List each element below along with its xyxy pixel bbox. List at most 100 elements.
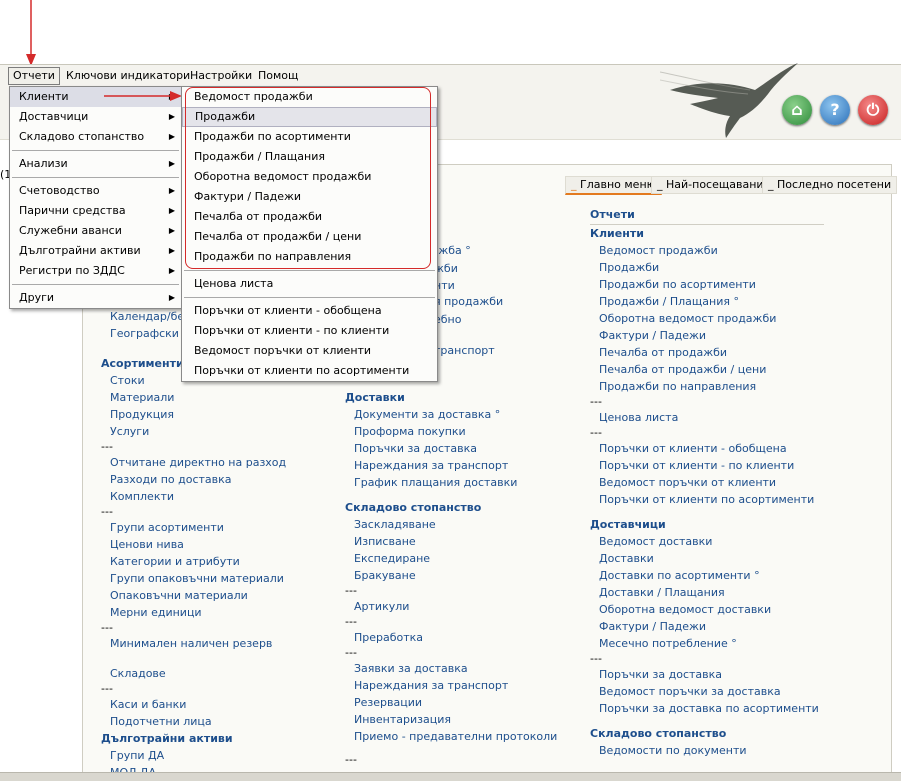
submenu-arrow-icon: ▶ — [168, 266, 175, 275]
link-price-list[interactable]: Ценова листа — [590, 409, 824, 426]
link-sales-turnover[interactable]: Оборотна ведомост продажби — [590, 310, 824, 327]
help-icon[interactable]: ? — [820, 95, 850, 125]
menu-item-suppliers[interactable]: Доставчици ▶ — [10, 107, 181, 127]
tab-main-menu[interactable]: _ Главно меню — [565, 176, 662, 195]
partial-link[interactable]: я продажби — [434, 295, 503, 308]
link-client-orders-by-client[interactable]: Поръчки от клиенти - по клиенти — [590, 457, 824, 474]
menu-item-advances[interactable]: Служебни аванси ▶ — [10, 221, 181, 241]
link-delivery-requests[interactable]: Заявки за доставка — [345, 660, 557, 677]
link-transport-orders[interactable]: Нареждания за транспорт — [345, 457, 557, 474]
submenu-client-orders-summary[interactable]: Поръчки от клиенти - обобщена — [182, 301, 437, 321]
link-reservations[interactable]: Резервации — [345, 694, 557, 711]
link-client-orders-summary[interactable]: Поръчки от клиенти - обобщена — [590, 440, 824, 457]
menu-item-label: Парични средства — [19, 204, 126, 217]
link-price-levels[interactable]: Ценови нива — [101, 536, 286, 553]
link-delivery-expenses[interactable]: Разходи по доставка — [101, 471, 286, 488]
menu-item-warehouse[interactable]: Складово стопанство ▶ — [10, 127, 181, 147]
section-title-suppliers: Доставчици — [590, 518, 666, 531]
partial-link[interactable]: ебно — [434, 313, 461, 326]
link-transport-orders-2[interactable]: Нареждания за транспорт — [345, 677, 557, 694]
link-packaging-materials[interactable]: Опаковъчни материали — [101, 587, 286, 604]
menu-item-fixed-assets[interactable]: Дълготрайни активи ▶ — [10, 241, 181, 261]
link-min-reserve[interactable]: Минимален наличен резерв — [101, 635, 286, 652]
link-categories-attributes[interactable]: Категории и атрибути — [101, 553, 286, 570]
menu-settings[interactable]: Настройки — [186, 68, 256, 84]
partial-link[interactable]: транспорт — [434, 344, 495, 357]
link-kits[interactable]: Комплекти — [101, 488, 286, 505]
link-invoices-due[interactable]: Фактури / Падежи — [590, 327, 824, 344]
link-profit-sales-prices[interactable]: Печалба от продажби / цени — [590, 361, 824, 378]
link-delivery-ledger[interactable]: Ведомост доставки — [590, 533, 824, 550]
tab-most-visited[interactable]: _ Най-посещавани — [651, 176, 770, 194]
link-assortment-groups[interactable]: Групи асортименти — [101, 519, 286, 536]
link-client-orders-ledger[interactable]: Ведомост поръчки от клиенти — [590, 474, 824, 491]
top-blank-area — [0, 0, 901, 64]
menu-item-label: Складово стопанство — [19, 130, 145, 143]
link-sales-by-assortment[interactable]: Продажби по асортименти — [590, 276, 824, 293]
menu-help[interactable]: Помощ — [254, 68, 302, 84]
submenu-price-list[interactable]: Ценова листа — [182, 274, 437, 294]
link-packaging-groups[interactable]: Групи опаковъчни материали — [101, 570, 286, 587]
link-sales-payments[interactable]: Продажби / Плащания ° — [590, 293, 824, 310]
link-delivery-turnover[interactable]: Оборотна ведомост доставки — [590, 601, 824, 618]
link-client-orders-by-assortment[interactable]: Поръчки от клиенти по асортименти — [590, 491, 824, 508]
link-processing[interactable]: Преработка — [345, 629, 557, 646]
menu-item-other[interactable]: Други ▶ — [10, 288, 181, 308]
menu-item-cash[interactable]: Парични средства ▶ — [10, 201, 181, 221]
link-supplier-orders-ledger[interactable]: Ведомост поръчки за доставка — [590, 683, 824, 700]
submenu-client-orders-ledger[interactable]: Ведомост поръчки от клиенти — [182, 341, 437, 361]
link-deliveries-payments[interactable]: Доставки / Плащания — [590, 584, 824, 601]
link-deliveries[interactable]: Доставки — [590, 550, 824, 567]
link-sales[interactable]: Продажби — [590, 259, 824, 276]
menu-item-label: Анализи — [19, 157, 68, 170]
link-production[interactable]: Продукция — [101, 406, 286, 423]
submenu-arrow-icon: ▶ — [168, 132, 175, 141]
link-profit-sales[interactable]: Печалба от продажби — [590, 344, 824, 361]
link-sales-ledger[interactable]: Ведомост продажби — [590, 242, 824, 259]
partial-link-calendar[interactable]: Календар/бел — [110, 310, 191, 323]
link-articles[interactable]: Артикули — [345, 598, 557, 615]
link-cash-banks[interactable]: Каси и банки — [101, 696, 286, 713]
submenu-client-orders-by-assortment[interactable]: Поръчки от клиенти по асортименти — [182, 361, 437, 381]
menu-key-indicators[interactable]: Ключови индикатори — [62, 68, 194, 84]
menu-item-accounting[interactable]: Счетоводство ▶ — [10, 181, 181, 201]
link-materials[interactable]: Материали — [101, 389, 286, 406]
link-units[interactable]: Мерни единици — [101, 604, 286, 621]
link-handover-protocols[interactable]: Приемо - предавателни протоколи — [345, 728, 557, 745]
menu-divider — [12, 177, 179, 178]
link-warehouses[interactable]: Складове — [101, 665, 286, 682]
link-stock-out[interactable]: Изписване — [345, 533, 557, 550]
separator: --- — [590, 395, 602, 408]
tab-label: Последно посетени — [777, 178, 892, 191]
link-scrap[interactable]: Бракуване — [345, 567, 557, 584]
link-stock-in[interactable]: Заскладяване — [345, 516, 557, 533]
link-sales-directions[interactable]: Продажби по направления — [590, 378, 824, 395]
link-inventory[interactable]: Инвентаризация — [345, 711, 557, 728]
link-proforma[interactable]: Проформа покупки — [345, 423, 557, 440]
menu-item-vat-registers[interactable]: Регистри по ЗДДС ▶ — [10, 261, 181, 281]
partial-link-geo[interactable]: Географски р — [110, 327, 189, 340]
menu-item-label: Други — [19, 291, 55, 304]
link-delivery-docs[interactable]: Документи за доставка ° — [345, 406, 557, 423]
link-shipping[interactable]: Експедиране — [345, 550, 557, 567]
link-supplier-orders-by-assortment[interactable]: Поръчки за доставка по асортименти — [590, 700, 824, 717]
link-direct-expense[interactable]: Отчитане директно на разход — [101, 454, 286, 471]
link-deliveries-by-assortment[interactable]: Доставки по асортименти ° — [590, 567, 824, 584]
link-services[interactable]: Услуги — [101, 423, 286, 440]
link-fa-groups[interactable]: Групи ДА — [101, 747, 286, 764]
link-supplier-orders[interactable]: Поръчки за доставка — [590, 666, 824, 683]
link-delivery-orders[interactable]: Поръчки за доставка — [345, 440, 557, 457]
link-monthly-consumption[interactable]: Месечно потребление ° — [590, 635, 824, 652]
home-icon[interactable]: ⌂ — [782, 95, 812, 125]
menu-reports[interactable]: Отчети — [8, 67, 60, 85]
link-delivery-payment-schedule[interactable]: График плащания доставки — [345, 474, 557, 491]
menu-item-label: Дълготрайни активи — [19, 244, 141, 257]
tab-recently-visited[interactable]: _ Последно посетени — [762, 176, 898, 194]
menu-item-analyses[interactable]: Анализи ▶ — [10, 154, 181, 174]
link-accountable-persons[interactable]: Подотчетни лица — [101, 713, 286, 730]
power-icon[interactable]: ⏻ — [858, 95, 888, 125]
submenu-client-orders-by-client[interactable]: Поръчки от клиенти - по клиенти — [182, 321, 437, 341]
link-supplier-invoices[interactable]: Фактури / Падежи — [590, 618, 824, 635]
link-doc-ledgers[interactable]: Ведомости по документи — [590, 742, 824, 759]
